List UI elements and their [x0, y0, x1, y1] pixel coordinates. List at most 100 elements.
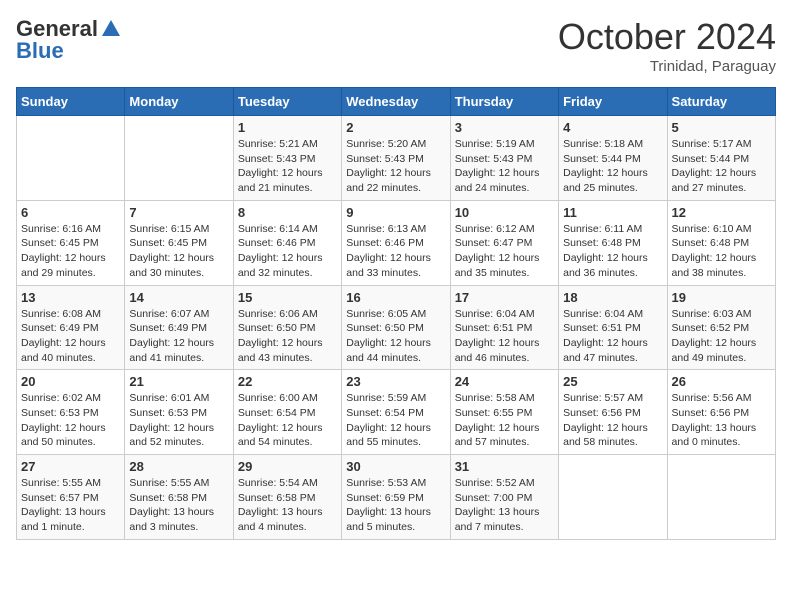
- calendar-day-cell: [125, 116, 233, 201]
- calendar-day-cell: [667, 455, 775, 540]
- weekday-header-cell: Sunday: [17, 88, 125, 116]
- calendar-week-row: 1Sunrise: 5:21 AM Sunset: 5:43 PM Daylig…: [17, 116, 776, 201]
- day-number: 7: [129, 205, 228, 220]
- weekday-header-cell: Thursday: [450, 88, 558, 116]
- day-info: Sunrise: 6:16 AM Sunset: 6:45 PM Dayligh…: [21, 222, 120, 281]
- calendar-day-cell: 10 Sunrise: 6:12 AM Sunset: 6:47 PM Dayli…: [450, 200, 558, 285]
- day-number: 2: [346, 120, 445, 135]
- logo: General Blue: [16, 16, 122, 64]
- calendar-day-cell: 29 Sunrise: 5:54 AM Sunset: 6:58 PM Dayli…: [233, 455, 341, 540]
- day-number: 23: [346, 374, 445, 389]
- calendar-day-cell: 19 Sunrise: 6:03 AM Sunset: 6:52 PM Dayli…: [667, 285, 775, 370]
- day-info: Sunrise: 6:04 AM Sunset: 6:51 PM Dayligh…: [563, 307, 662, 366]
- day-number: 11: [563, 205, 662, 220]
- day-info: Sunrise: 6:05 AM Sunset: 6:50 PM Dayligh…: [346, 307, 445, 366]
- day-number: 10: [455, 205, 554, 220]
- day-number: 13: [21, 290, 120, 305]
- day-info: Sunrise: 6:10 AM Sunset: 6:48 PM Dayligh…: [672, 222, 771, 281]
- calendar-week-row: 6 Sunrise: 6:16 AM Sunset: 6:45 PM Daylig…: [17, 200, 776, 285]
- month-title: October 2024: [558, 16, 776, 58]
- calendar-day-cell: 5 Sunrise: 5:17 AM Sunset: 5:44 PM Daylig…: [667, 116, 775, 201]
- calendar-week-row: 27 Sunrise: 5:55 AM Sunset: 6:57 PM Dayli…: [17, 455, 776, 540]
- calendar-day-cell: 3 Sunrise: 5:19 AM Sunset: 5:43 PM Daylig…: [450, 116, 558, 201]
- calendar-day-cell: 22 Sunrise: 6:00 AM Sunset: 6:54 PM Dayli…: [233, 370, 341, 455]
- weekday-header-cell: Friday: [559, 88, 667, 116]
- calendar-day-cell: 23Sunrise: 5:59 AM Sunset: 6:54 PM Dayli…: [342, 370, 450, 455]
- calendar-table: SundayMondayTuesdayWednesdayThursdayFrid…: [16, 87, 776, 540]
- day-info: Sunrise: 6:12 AM Sunset: 6:47 PM Dayligh…: [455, 222, 554, 281]
- day-number: 17: [455, 290, 554, 305]
- day-number: 4: [563, 120, 662, 135]
- day-info: Sunrise: 6:11 AM Sunset: 6:48 PM Dayligh…: [563, 222, 662, 281]
- calendar-day-cell: 16Sunrise: 6:05 AM Sunset: 6:50 PM Dayli…: [342, 285, 450, 370]
- calendar-day-cell: 1Sunrise: 5:21 AM Sunset: 5:43 PM Daylig…: [233, 116, 341, 201]
- weekday-header-row: SundayMondayTuesdayWednesdayThursdayFrid…: [17, 88, 776, 116]
- calendar-day-cell: 17 Sunrise: 6:04 AM Sunset: 6:51 PM Dayli…: [450, 285, 558, 370]
- weekday-header-cell: Saturday: [667, 88, 775, 116]
- calendar-day-cell: 26Sunrise: 5:56 AM Sunset: 6:56 PM Dayli…: [667, 370, 775, 455]
- day-info: Sunrise: 5:19 AM Sunset: 5:43 PM Dayligh…: [455, 137, 554, 196]
- calendar-day-cell: 18 Sunrise: 6:04 AM Sunset: 6:51 PM Dayli…: [559, 285, 667, 370]
- day-info: Sunrise: 6:13 AM Sunset: 6:46 PM Dayligh…: [346, 222, 445, 281]
- day-info: Sunrise: 6:14 AM Sunset: 6:46 PM Dayligh…: [238, 222, 337, 281]
- day-number: 8: [238, 205, 337, 220]
- day-info: Sunrise: 6:06 AM Sunset: 6:50 PM Dayligh…: [238, 307, 337, 366]
- calendar-day-cell: 20 Sunrise: 6:02 AM Sunset: 6:53 PM Dayli…: [17, 370, 125, 455]
- day-info: Sunrise: 5:17 AM Sunset: 5:44 PM Dayligh…: [672, 137, 771, 196]
- calendar-day-cell: 30 Sunrise: 5:53 AM Sunset: 6:59 PM Dayli…: [342, 455, 450, 540]
- calendar-day-cell: 24Sunrise: 5:58 AM Sunset: 6:55 PM Dayli…: [450, 370, 558, 455]
- day-number: 19: [672, 290, 771, 305]
- calendar-day-cell: 7 Sunrise: 6:15 AM Sunset: 6:45 PM Daylig…: [125, 200, 233, 285]
- calendar-day-cell: 21Sunrise: 6:01 AM Sunset: 6:53 PM Dayli…: [125, 370, 233, 455]
- day-number: 9: [346, 205, 445, 220]
- day-info: Sunrise: 5:55 AM Sunset: 6:58 PM Dayligh…: [129, 476, 228, 535]
- calendar-day-cell: 25Sunrise: 5:57 AM Sunset: 6:56 PM Dayli…: [559, 370, 667, 455]
- calendar-day-cell: 4Sunrise: 5:18 AM Sunset: 5:44 PM Daylig…: [559, 116, 667, 201]
- calendar-day-cell: 9 Sunrise: 6:13 AM Sunset: 6:46 PM Daylig…: [342, 200, 450, 285]
- day-number: 29: [238, 459, 337, 474]
- logo-blue: Blue: [16, 38, 64, 64]
- day-info: Sunrise: 5:54 AM Sunset: 6:58 PM Dayligh…: [238, 476, 337, 535]
- day-info: Sunrise: 6:03 AM Sunset: 6:52 PM Dayligh…: [672, 307, 771, 366]
- location-subtitle: Trinidad, Paraguay: [558, 58, 776, 75]
- weekday-header-cell: Tuesday: [233, 88, 341, 116]
- day-number: 6: [21, 205, 120, 220]
- day-info: Sunrise: 5:52 AM Sunset: 7:00 PM Dayligh…: [455, 476, 554, 535]
- day-info: Sunrise: 6:04 AM Sunset: 6:51 PM Dayligh…: [455, 307, 554, 366]
- day-info: Sunrise: 6:08 AM Sunset: 6:49 PM Dayligh…: [21, 307, 120, 366]
- calendar-day-cell: 11 Sunrise: 6:11 AM Sunset: 6:48 PM Dayli…: [559, 200, 667, 285]
- page-header: General Blue October 2024 Trinidad, Para…: [16, 16, 776, 75]
- day-info: Sunrise: 5:55 AM Sunset: 6:57 PM Dayligh…: [21, 476, 120, 535]
- calendar-day-cell: 31 Sunrise: 5:52 AM Sunset: 7:00 PM Dayli…: [450, 455, 558, 540]
- day-number: 5: [672, 120, 771, 135]
- day-info: Sunrise: 5:53 AM Sunset: 6:59 PM Dayligh…: [346, 476, 445, 535]
- day-number: 27: [21, 459, 120, 474]
- day-number: 20: [21, 374, 120, 389]
- day-number: 3: [455, 120, 554, 135]
- calendar-day-cell: [17, 116, 125, 201]
- day-info: Sunrise: 5:58 AM Sunset: 6:55 PM Dayligh…: [455, 391, 554, 450]
- day-info: Sunrise: 6:15 AM Sunset: 6:45 PM Dayligh…: [129, 222, 228, 281]
- day-number: 26: [672, 374, 771, 389]
- day-info: Sunrise: 6:00 AM Sunset: 6:54 PM Dayligh…: [238, 391, 337, 450]
- calendar-day-cell: 8 Sunrise: 6:14 AM Sunset: 6:46 PM Daylig…: [233, 200, 341, 285]
- day-info: Sunrise: 5:21 AM Sunset: 5:43 PM Dayligh…: [238, 137, 337, 196]
- day-number: 31: [455, 459, 554, 474]
- weekday-header-cell: Wednesday: [342, 88, 450, 116]
- calendar-body: 1Sunrise: 5:21 AM Sunset: 5:43 PM Daylig…: [17, 116, 776, 540]
- day-number: 21: [129, 374, 228, 389]
- calendar-day-cell: 12Sunrise: 6:10 AM Sunset: 6:48 PM Dayli…: [667, 200, 775, 285]
- day-number: 18: [563, 290, 662, 305]
- calendar-week-row: 13 Sunrise: 6:08 AM Sunset: 6:49 PM Dayli…: [17, 285, 776, 370]
- logo-triangle-icon: [100, 18, 122, 40]
- day-number: 22: [238, 374, 337, 389]
- title-block: October 2024 Trinidad, Paraguay: [558, 16, 776, 75]
- day-number: 15: [238, 290, 337, 305]
- day-info: Sunrise: 6:07 AM Sunset: 6:49 PM Dayligh…: [129, 307, 228, 366]
- day-info: Sunrise: 5:57 AM Sunset: 6:56 PM Dayligh…: [563, 391, 662, 450]
- day-number: 28: [129, 459, 228, 474]
- day-number: 30: [346, 459, 445, 474]
- day-info: Sunrise: 6:02 AM Sunset: 6:53 PM Dayligh…: [21, 391, 120, 450]
- calendar-day-cell: 6 Sunrise: 6:16 AM Sunset: 6:45 PM Daylig…: [17, 200, 125, 285]
- calendar-week-row: 20 Sunrise: 6:02 AM Sunset: 6:53 PM Dayli…: [17, 370, 776, 455]
